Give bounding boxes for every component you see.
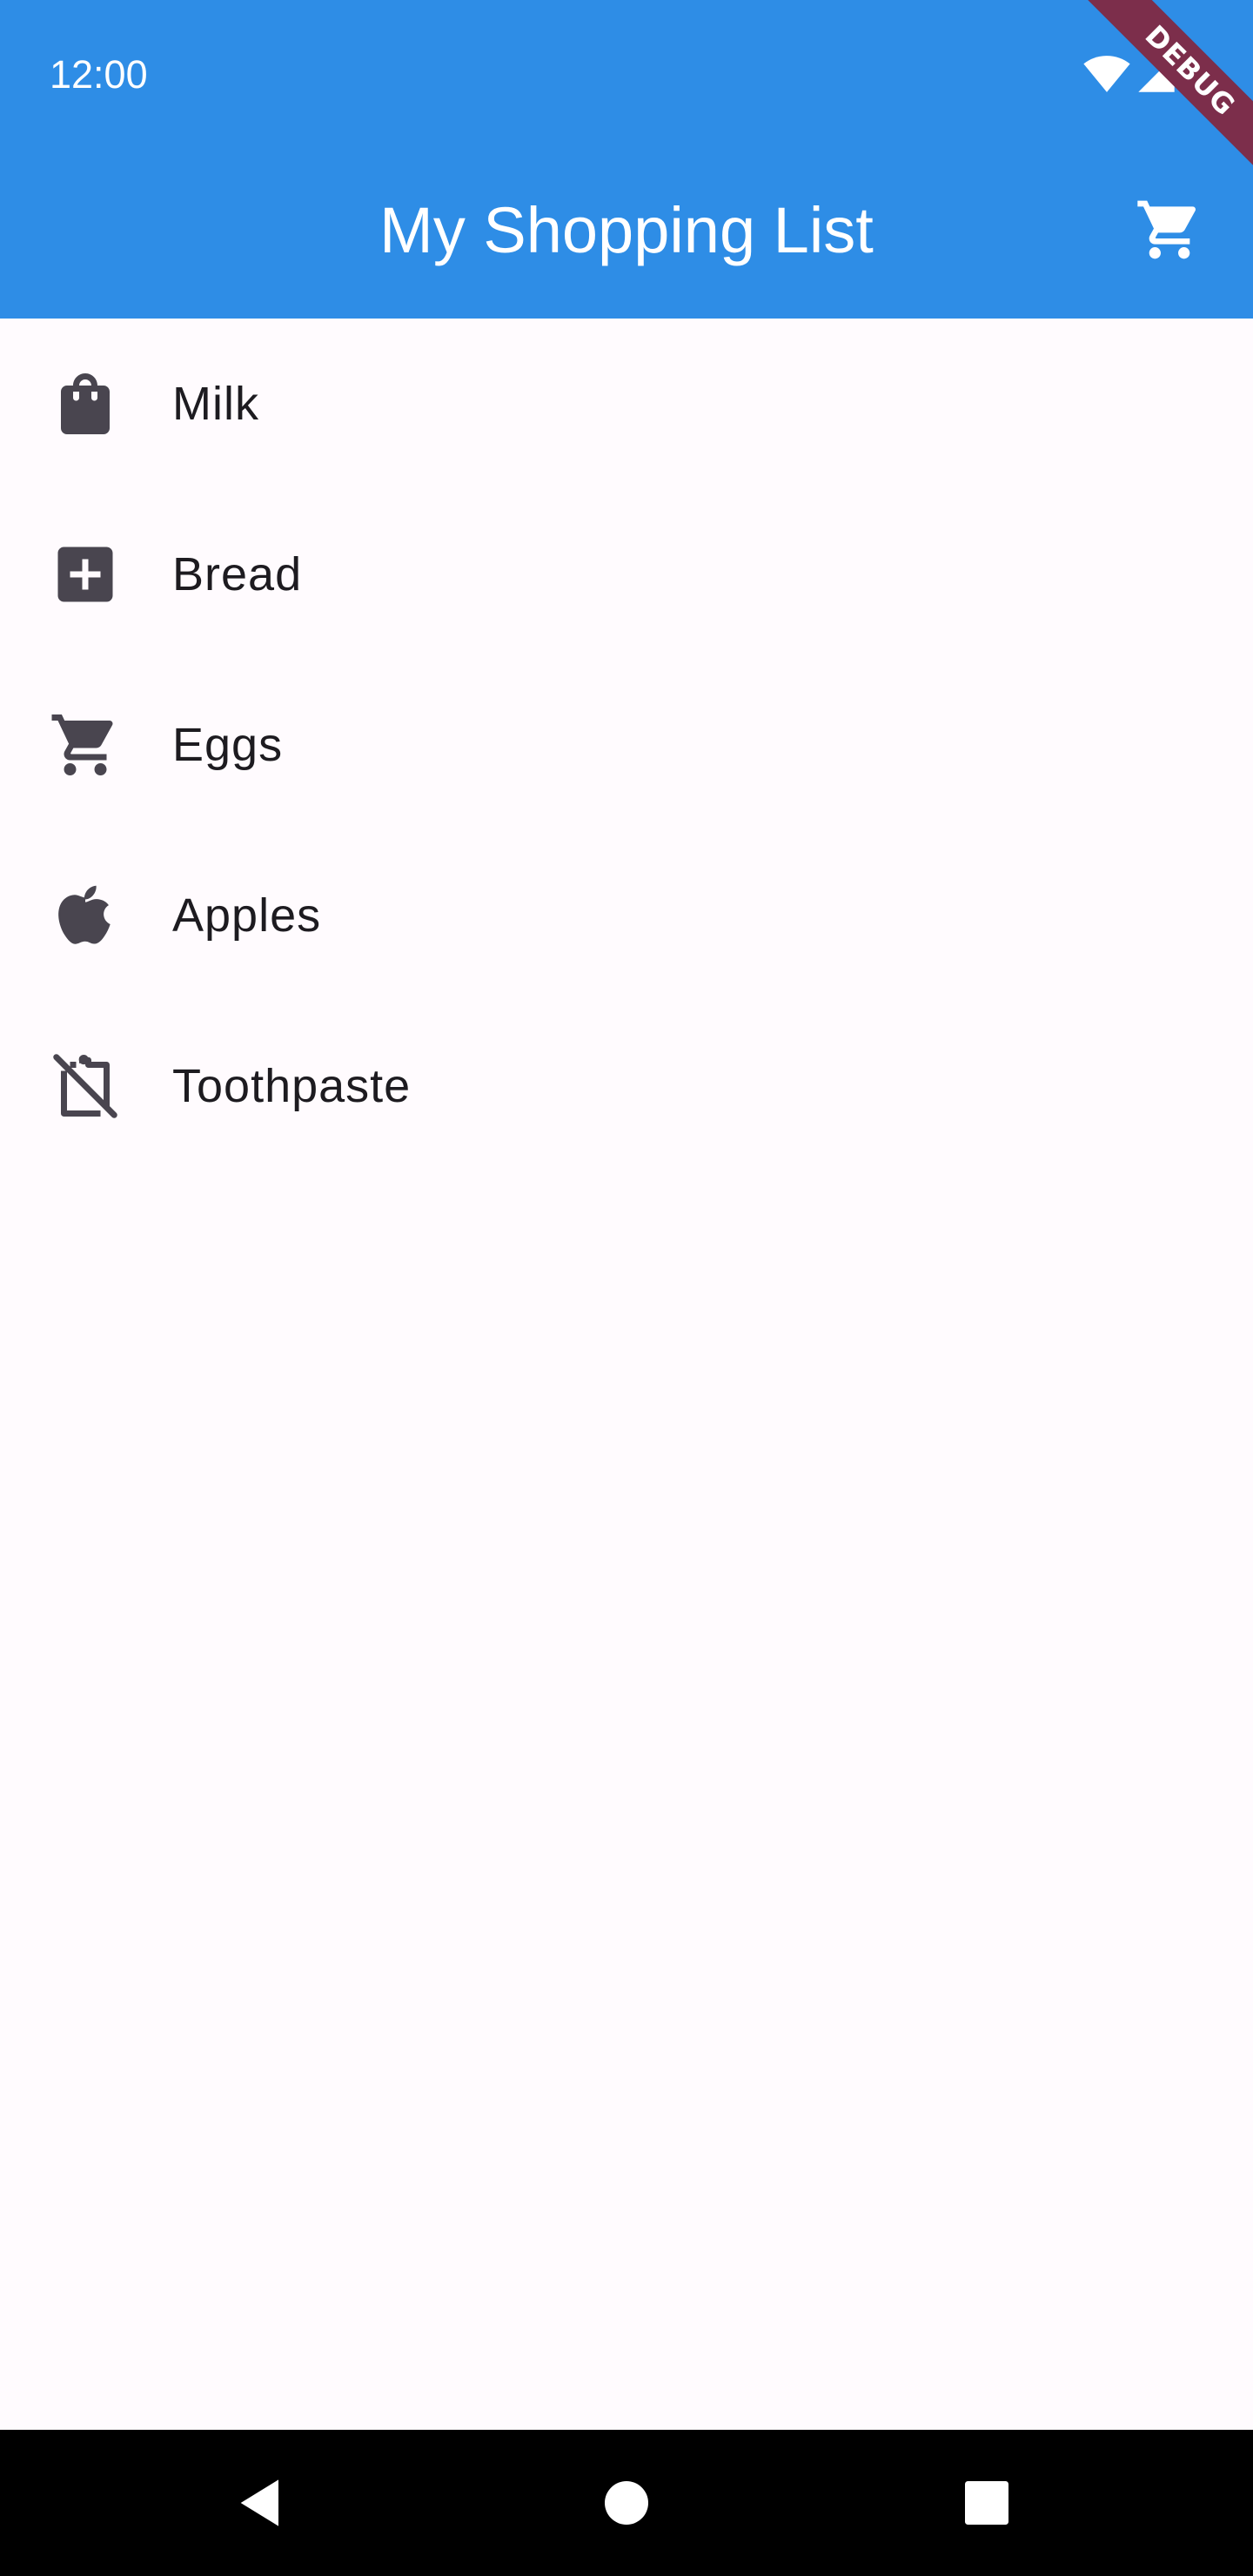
list-item-label: Apples [172, 889, 322, 942]
recents-button[interactable] [952, 2468, 1022, 2538]
home-button[interactable] [592, 2468, 661, 2538]
shopping-cart-icon [49, 708, 122, 782]
list-item-label: Milk [172, 378, 259, 430]
no-sim-icon [49, 1050, 122, 1123]
wifi-icon [1082, 55, 1131, 93]
list-item[interactable]: Eggs [0, 660, 1253, 830]
cart-button[interactable] [1135, 195, 1204, 265]
list-item-label: Toothpaste [172, 1060, 412, 1112]
system-nav-bar [0, 2430, 1253, 2576]
list-item[interactable]: Bread [0, 489, 1253, 660]
list-item[interactable]: Toothpaste [0, 1001, 1253, 1171]
list-item[interactable]: Apples [0, 830, 1253, 1001]
shopping-list: Milk Bread Eggs Apples Toothpaste [0, 319, 1253, 1171]
apple-icon [49, 879, 122, 952]
app-bar: 12:00 DEBUG My Shopping List [0, 0, 1253, 319]
page-title: My Shopping List [379, 194, 874, 266]
list-item-label: Bread [172, 548, 303, 600]
status-time: 12:00 [50, 52, 148, 97]
shopping-cart-icon [1135, 200, 1204, 268]
add-box-icon [49, 538, 122, 611]
list-item-label: Eggs [172, 719, 284, 771]
shopping-bag-icon [49, 367, 122, 440]
list-item[interactable]: Milk [0, 319, 1253, 489]
back-button[interactable] [226, 2468, 296, 2538]
